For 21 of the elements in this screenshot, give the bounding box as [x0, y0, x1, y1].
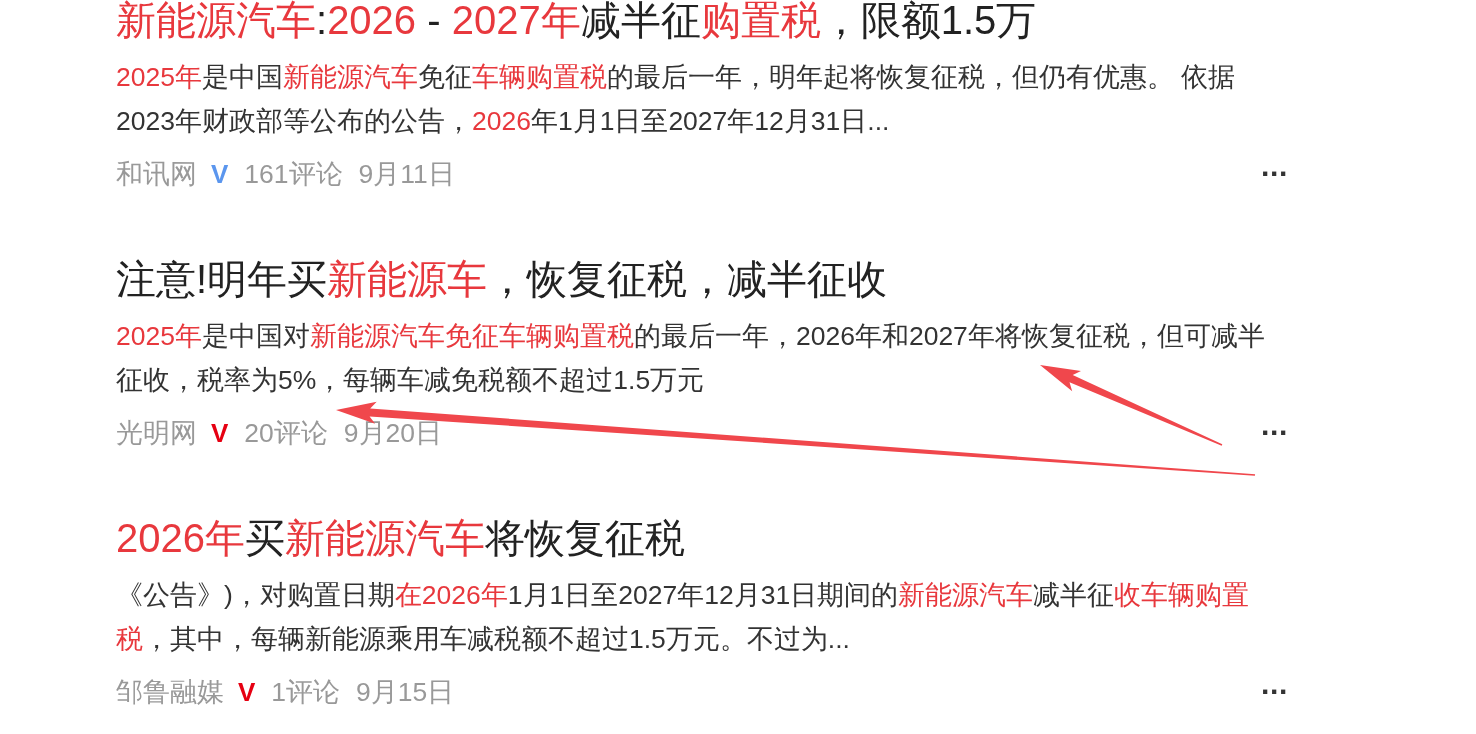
verified-label: V — [211, 417, 229, 449]
result-snippet: 《公告》)，对购置日期在2026年1月1日至2027年12月31日期间的新能源汽车减半征收车辆购置税，其中，每辆新能源乘用车减税额不超过1.5万元。不过为... — [116, 579, 1251, 656]
result-snippet: 2025年是中国对新能源汽车免征车辆购置税的最后一年，2026年和2027年将恢复征税，但可减半征收，税率为5%，每辆车减免税额不超过1.5万元 — [116, 320, 1266, 397]
more-button[interactable]: ··· — [1261, 682, 1288, 702]
comment-count: 161评论 — [244, 158, 343, 191]
publish-date: 9月15日 — [356, 676, 455, 709]
source-name: 邹鲁融媒 — [116, 676, 224, 709]
more-button[interactable]: ··· — [1261, 423, 1288, 443]
source-name: 和讯网 — [116, 158, 197, 191]
verified-label: V — [238, 676, 256, 708]
source-name: 光明网 — [116, 417, 197, 450]
publish-date: 9月20日 — [343, 417, 443, 450]
more-button[interactable]: ··· — [1261, 164, 1288, 184]
comment-count: 20评论 — [244, 417, 328, 450]
result-title[interactable]: 2026年买新能源汽车将恢复征税 — [116, 518, 1296, 558]
comment-count: 1评论 — [271, 676, 341, 709]
result-snippet: 2025年是中国新能源汽车免征车辆购置税的最后一年，明年起将恢复征税，但仍有优惠。 依据2023年财政部等公布的公告，2026年1月1日至2027年12月31日... — [116, 61, 1237, 138]
result-title[interactable]: 新能源汽车:2026 - 2027年减半征购置税，限额1.5万 — [116, 0, 1296, 40]
result-title[interactable]: 注意!明年买新能源车，恢复征税，减半征收 — [116, 259, 1296, 299]
publish-date: 9月11日 — [358, 158, 455, 191]
verified-label: V — [211, 158, 229, 190]
